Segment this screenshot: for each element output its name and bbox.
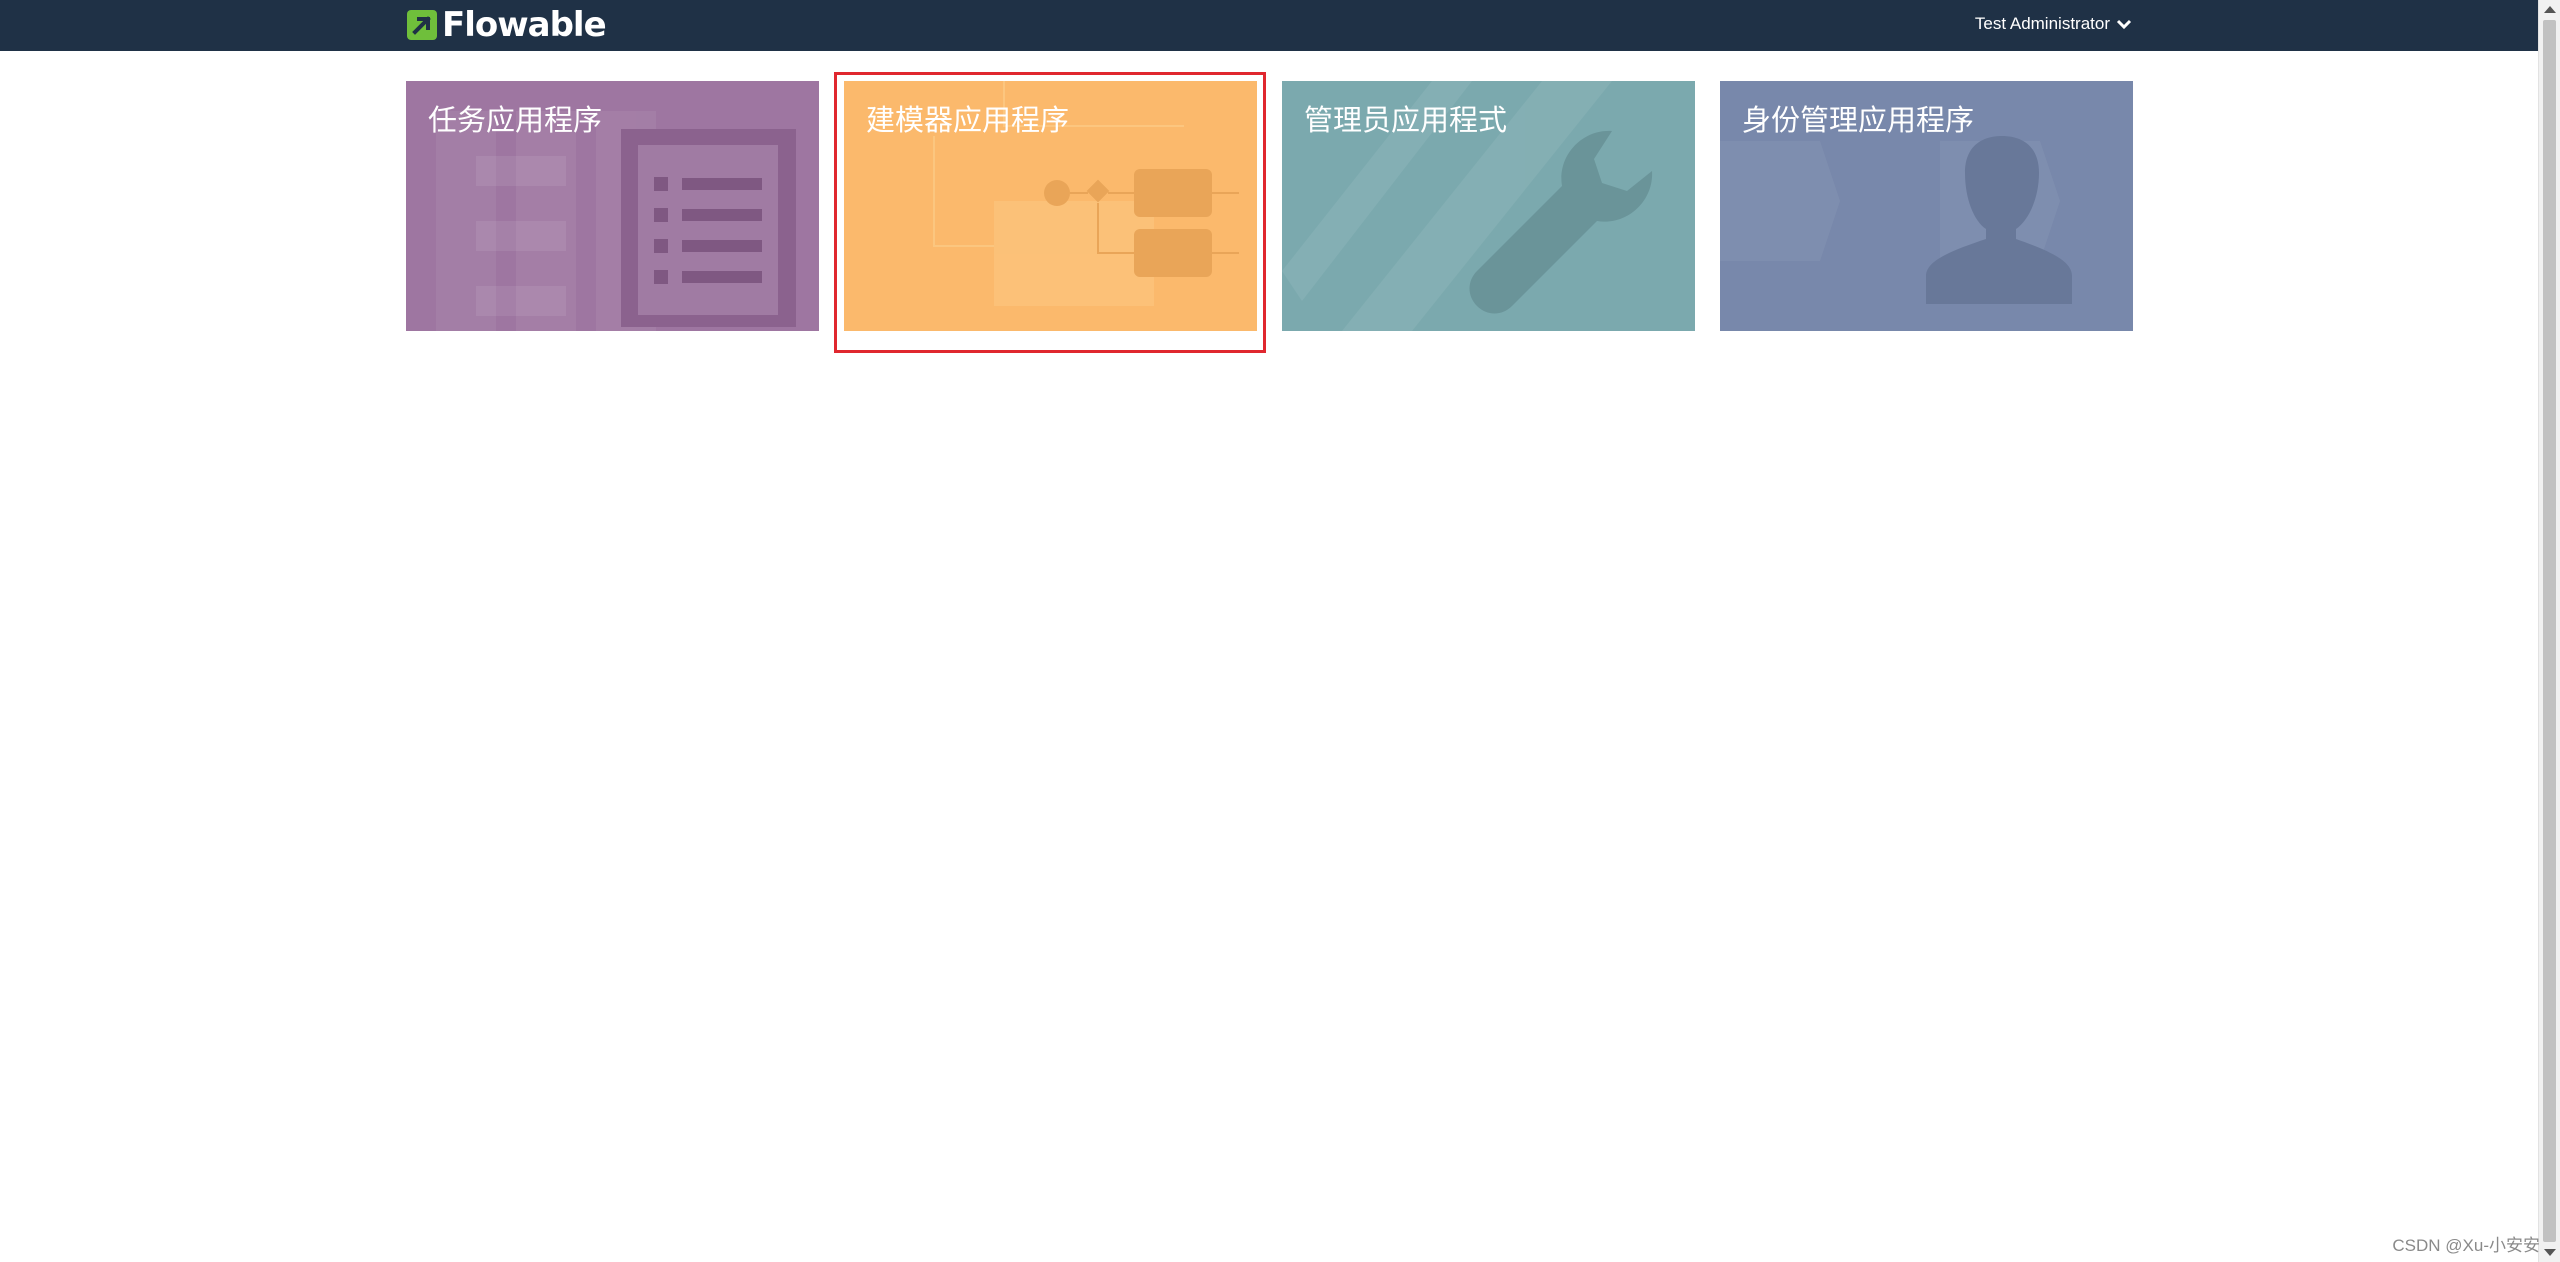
scroll-thumb[interactable]: [2543, 20, 2556, 1242]
flowable-logo[interactable]: Flowable: [406, 5, 607, 45]
admin-app-tile[interactable]: 管理员应用程式: [1282, 81, 1695, 331]
admin-app-title: 管理员应用程式: [1304, 103, 1508, 137]
modeler-app-title: 建模器应用程序: [866, 103, 1070, 137]
idm-app-title: 身份管理应用程序: [1742, 103, 1975, 137]
task-app-title: 任务应用程序: [428, 103, 603, 137]
vertical-scrollbar[interactable]: [2538, 0, 2560, 1262]
logo-text: Flowable: [442, 5, 607, 45]
user-menu-dropdown[interactable]: Test Administrator: [1975, 14, 2132, 34]
modeler-app-tile[interactable]: 建模器应用程序: [844, 81, 1257, 331]
idm-app-tile[interactable]: 身份管理应用程序: [1720, 81, 2133, 331]
scroll-up-icon[interactable]: [2544, 6, 2556, 13]
user-name: Test Administrator: [1974, 14, 2110, 33]
flowable-arrow-icon: [407, 10, 437, 40]
top-navbar: Flowable Test Administrator: [0, 0, 2538, 51]
task-app-tile[interactable]: 任务应用程序: [406, 81, 819, 331]
flowable-landing-page: Flowable Test Administrator 任务应用程序 建模器应用…: [0, 0, 2560, 1262]
watermark-text: CSDN @Xu-小安安: [2392, 1236, 2540, 1255]
scroll-down-icon[interactable]: [2544, 1249, 2556, 1256]
chevron-down-icon: [2116, 19, 2132, 30]
